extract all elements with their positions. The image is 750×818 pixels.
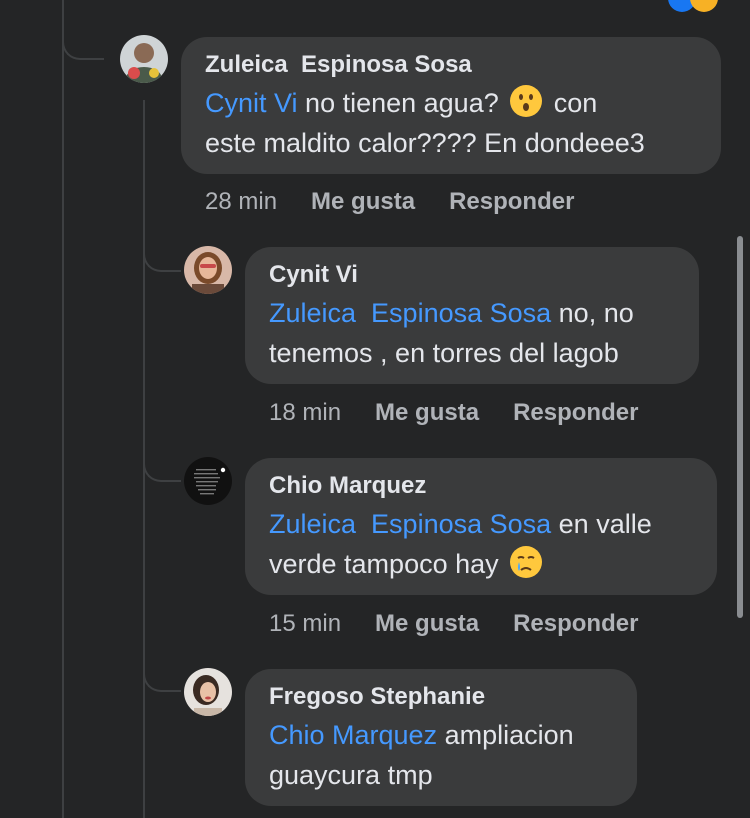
comment-timestamp[interactable]: 15 min [269, 610, 341, 638]
crying-face-icon [510, 546, 543, 578]
scrollbar[interactable] [737, 236, 743, 618]
comment-author[interactable]: Chio Marquez [269, 472, 693, 500]
comment-actions: 28 min Me gusta Responder [205, 188, 574, 216]
comment-text-segment: no, no [551, 298, 634, 328]
comment-bubble: Chio Marquez Zuleica Espinosa Sosa en va… [245, 458, 717, 595]
comment-text-segment: este maldito calor???? En dondeee3 [205, 128, 645, 158]
like-button[interactable]: Me gusta [311, 188, 415, 216]
like-button[interactable]: Me gusta [375, 399, 479, 427]
comment-bubble: Fregoso Stephanie Chio Marquez ampliacio… [245, 669, 637, 806]
comment-text: Zuleica Espinosa Sosa en valle verde tam… [269, 504, 693, 584]
reply-button[interactable]: Responder [449, 188, 574, 216]
comment-text: Cynit Vi no tienen agua? con este maldit… [205, 83, 697, 163]
avatar[interactable] [184, 668, 232, 716]
comment-timestamp[interactable]: 28 min [205, 188, 277, 216]
comment-text-segment: tenemos , en torres del lagob [269, 338, 619, 368]
comment-text-segment: verde tampoco hay [269, 549, 507, 579]
avatar[interactable] [184, 457, 232, 505]
comment-text: Chio Marquez ampliacion guaycura tmp [269, 715, 613, 795]
haha-reaction-icon [690, 0, 718, 12]
thread-elbow [143, 236, 181, 272]
comment-text-segment: con [546, 88, 598, 118]
mention-link[interactable]: Cynit Vi [205, 88, 298, 118]
mention-link[interactable]: Zuleica Espinosa Sosa [269, 509, 551, 539]
reply-button[interactable]: Responder [513, 610, 638, 638]
comment-bubble: Cynit Vi Zuleica Espinosa Sosa no, no te… [245, 247, 699, 384]
comment-text-segment: guaycura tmp [269, 760, 433, 790]
comment-author[interactable]: Cynit Vi [269, 261, 675, 289]
comment-text-segment: en valle [551, 509, 652, 539]
avatar[interactable] [184, 246, 232, 294]
thread-line-outer [62, 0, 64, 818]
mention-link[interactable]: Chio Marquez [269, 720, 437, 750]
thread-elbow [143, 446, 181, 482]
comment-text-segment: no tienen agua? [297, 88, 507, 118]
like-button[interactable]: Me gusta [375, 610, 479, 638]
reply-button[interactable]: Responder [513, 399, 638, 427]
comment-timestamp[interactable]: 18 min [269, 399, 341, 427]
mention-link[interactable]: Zuleica Espinosa Sosa [269, 298, 551, 328]
surprised-face-icon [510, 85, 543, 117]
comment-actions: 15 min Me gusta Responder [269, 610, 638, 638]
comment-author[interactable]: Fregoso Stephanie [269, 683, 613, 711]
thread-elbow [143, 656, 181, 692]
avatar[interactable] [120, 35, 168, 83]
thread-elbow [62, 14, 104, 60]
comment-bubble: Zuleica Espinosa Sosa Cynit Vi no tienen… [181, 37, 721, 174]
comment-actions: 18 min Me gusta Responder [269, 399, 638, 427]
comment-author[interactable]: Zuleica Espinosa Sosa [205, 51, 697, 79]
comment-text: Zuleica Espinosa Sosa no, no tenemos , e… [269, 293, 675, 373]
comment-text-segment: ampliacion [437, 720, 574, 750]
